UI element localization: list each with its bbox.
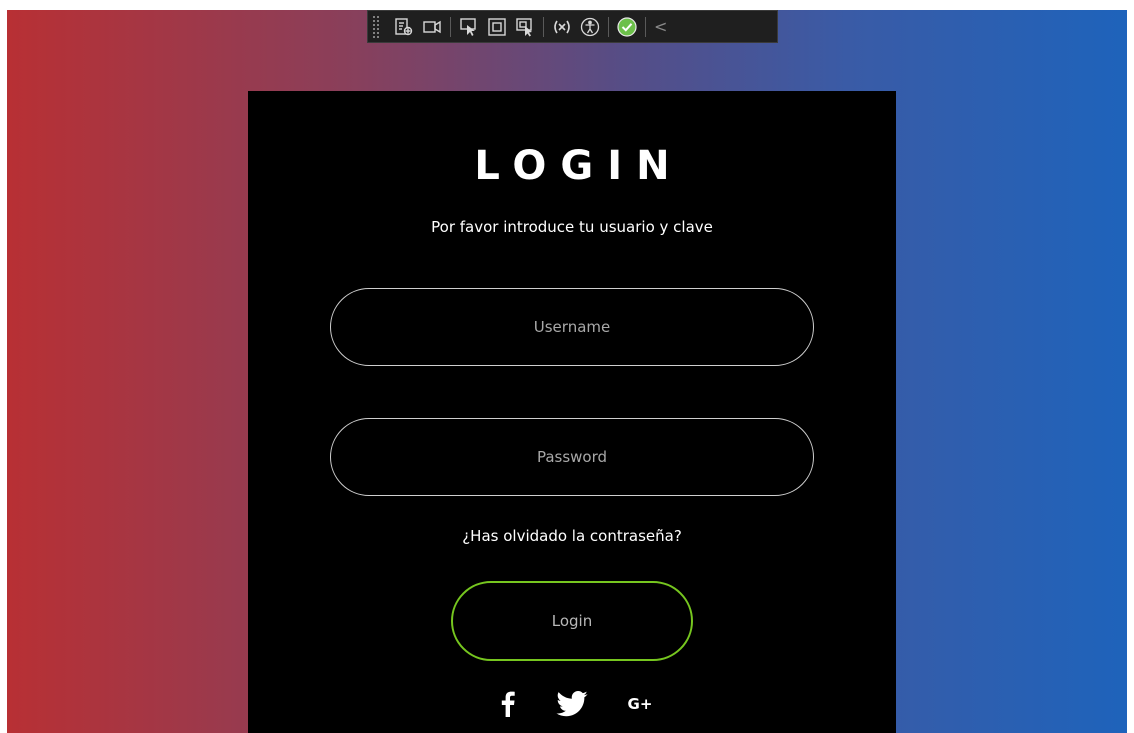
select-element-icon[interactable] [458,16,480,38]
password-input[interactable] [330,418,814,496]
collapse-chevron-icon[interactable]: < [654,17,667,36]
toolbar-separator [543,16,544,37]
login-button[interactable]: Login [451,581,693,661]
debug-toolbar: < [367,10,778,43]
twitter-icon[interactable] [554,689,590,719]
toolbar-separator [608,16,609,37]
live-visual-tree-icon[interactable] [393,16,415,38]
track-focus-icon[interactable] [514,16,536,38]
login-title: LOGIN [474,143,684,189]
login-card: LOGIN Por favor introduce tu usuario y c… [248,91,896,733]
username-input[interactable] [330,288,814,366]
toolbar-grip-handle[interactable] [372,14,380,39]
facebook-icon[interactable] [498,689,518,719]
login-subtitle: Por favor introduce tu usuario y clave [431,218,713,236]
toolbar-separator [450,16,451,37]
google-plus-icon[interactable]: G+ [622,689,658,719]
binding-failures-icon[interactable] [551,16,573,38]
checkmark-status-icon[interactable] [616,16,638,38]
accessibility-icon[interactable] [579,16,601,38]
display-layout-adorners-icon[interactable] [486,16,508,38]
app-window: < LOGIN Por favor introduce tu usuario y… [7,10,1127,733]
record-icon[interactable] [421,16,443,38]
toolbar-separator [645,16,646,37]
forgot-password-link[interactable]: ¿Has olvidado la contraseña? [248,527,896,545]
